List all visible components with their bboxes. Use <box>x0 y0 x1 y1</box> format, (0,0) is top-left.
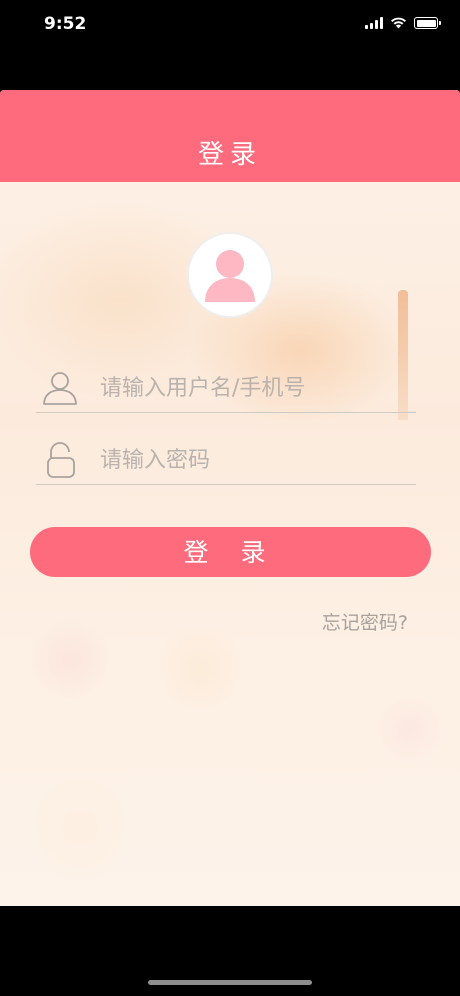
avatar <box>187 232 273 318</box>
password-field-row <box>36 434 416 485</box>
status-bar: 9:52 <box>0 0 460 50</box>
signal-icon <box>365 17 383 29</box>
page-title: 登录 <box>197 140 262 170</box>
username-field-row <box>36 362 416 413</box>
forgot-password-link[interactable]: 忘记密码? <box>322 608 408 635</box>
user-outline-icon <box>43 372 77 405</box>
user-avatar-icon <box>205 250 255 302</box>
wifi-icon <box>391 17 406 29</box>
status-time: 9:52 <box>44 14 87 34</box>
home-indicator[interactable] <box>148 980 312 985</box>
status-icons <box>365 16 441 30</box>
password-input[interactable] <box>100 440 410 480</box>
nav-bar: 登录 <box>0 90 460 182</box>
login-screen: 登录 登 录 忘记密码? <box>0 90 460 906</box>
lock-outline-icon <box>47 442 75 478</box>
phone-frame: 9:52 登录 请输入用户名/手机号 登 录 忘记密码? <box>0 0 460 996</box>
username-input[interactable] <box>100 368 410 408</box>
battery-icon <box>414 17 441 29</box>
notch <box>114 0 346 34</box>
login-button[interactable]: 登 录 <box>30 527 431 577</box>
